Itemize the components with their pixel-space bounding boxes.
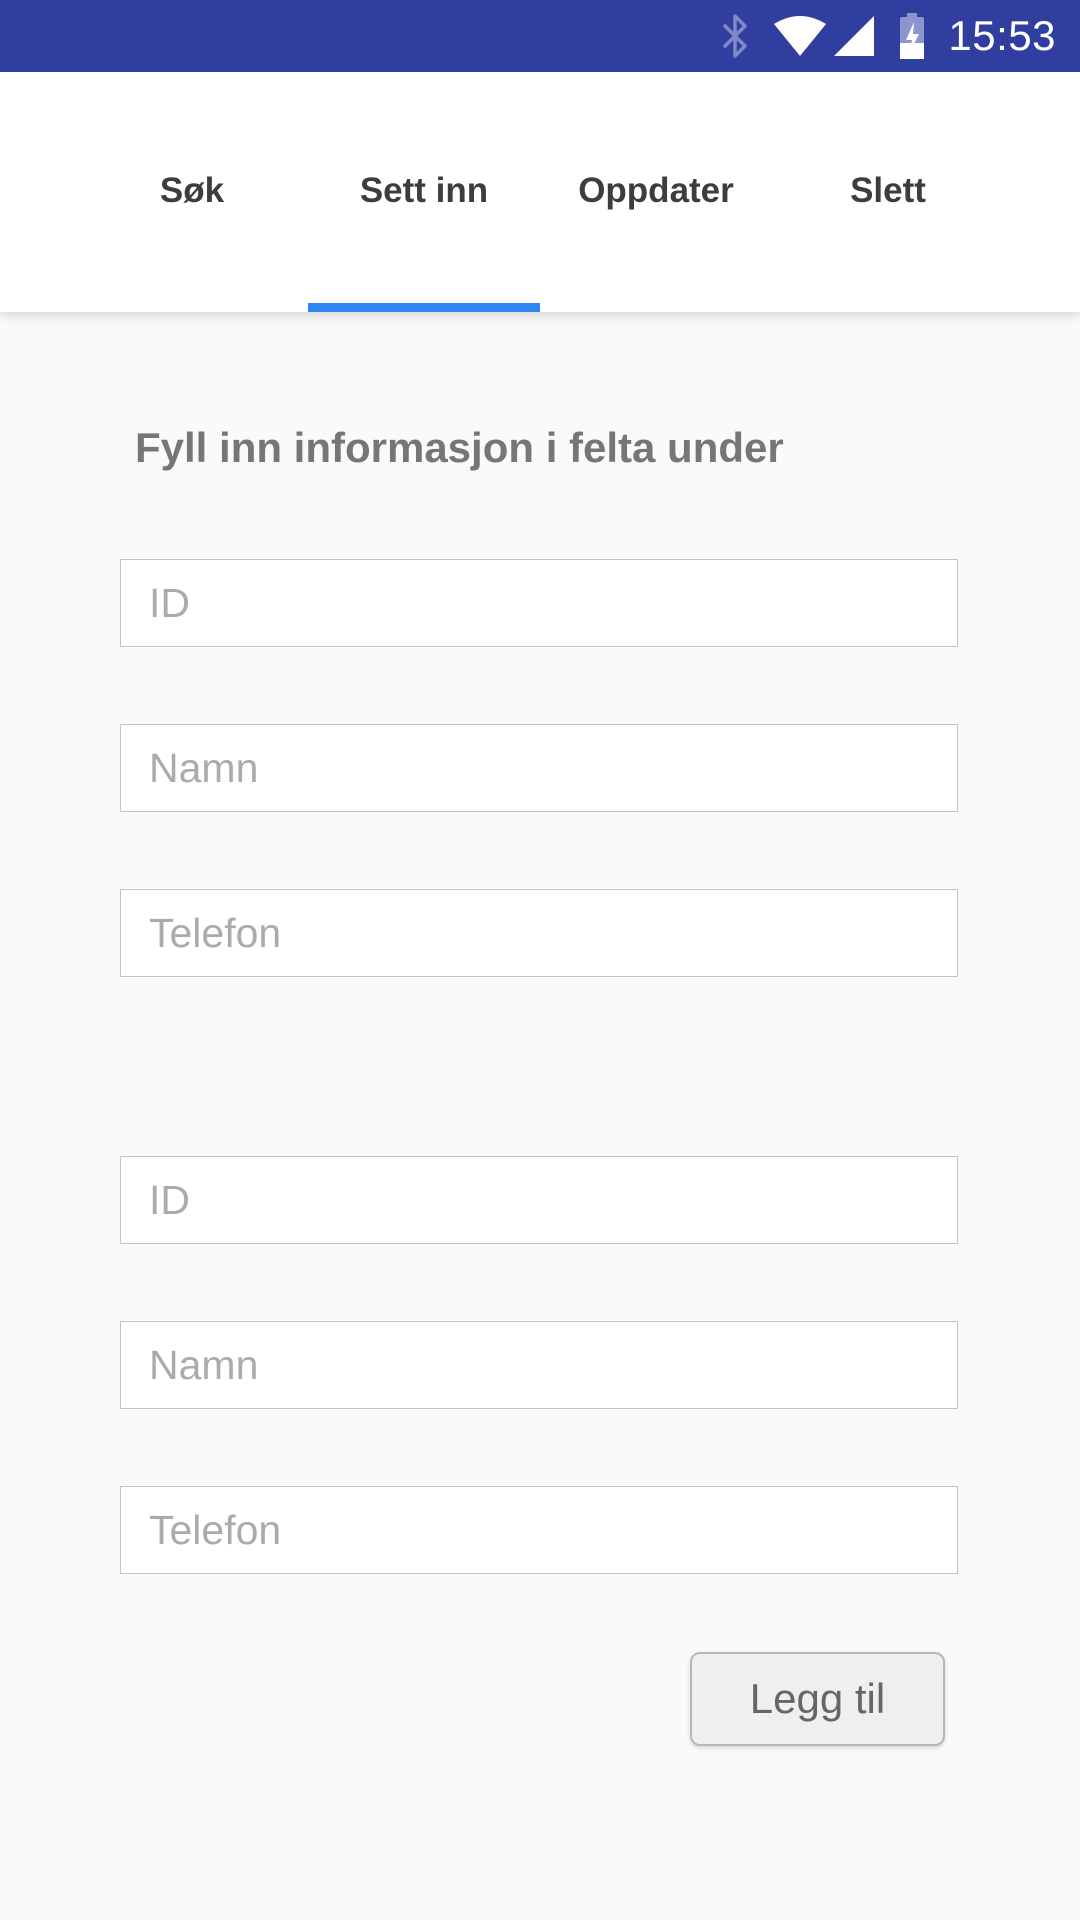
status-icons: 15:53 (698, 12, 1056, 60)
status-bar: 15:53 (0, 0, 1080, 72)
insert-form: Fyll inn informasjon i felta under Legg … (0, 312, 1080, 1920)
bluetooth-icon (720, 14, 750, 58)
tab-insert-label: Sett inn (359, 171, 489, 210)
add-button[interactable]: Legg til (690, 1652, 945, 1746)
name-field[interactable] (120, 724, 958, 812)
cell-signal-icon (832, 14, 876, 58)
form-heading: Fyll inn informasjon i felta under (135, 424, 784, 471)
tab-insert[interactable]: Sett inn (308, 72, 540, 312)
name-field-2[interactable] (120, 1321, 958, 1409)
tab-update-label: Oppdater (578, 171, 734, 210)
tab-update[interactable]: Oppdater (540, 72, 772, 312)
tab-bar: Søk Sett inn Oppdater Slett (0, 72, 1080, 312)
id-field[interactable] (120, 559, 958, 647)
battery-charging-icon (898, 12, 926, 60)
id-field-2[interactable] (120, 1156, 958, 1244)
phone-field[interactable] (120, 889, 958, 977)
tab-delete[interactable]: Slett (772, 72, 1004, 312)
phone-field-2[interactable] (120, 1486, 958, 1574)
status-time: 15:53 (948, 12, 1056, 59)
tab-search-label: Søk (159, 171, 225, 210)
wifi-icon (772, 14, 828, 58)
tab-search[interactable]: Søk (76, 72, 308, 312)
tab-delete-label: Slett (850, 171, 926, 210)
selected-tab-indicator (308, 303, 540, 312)
